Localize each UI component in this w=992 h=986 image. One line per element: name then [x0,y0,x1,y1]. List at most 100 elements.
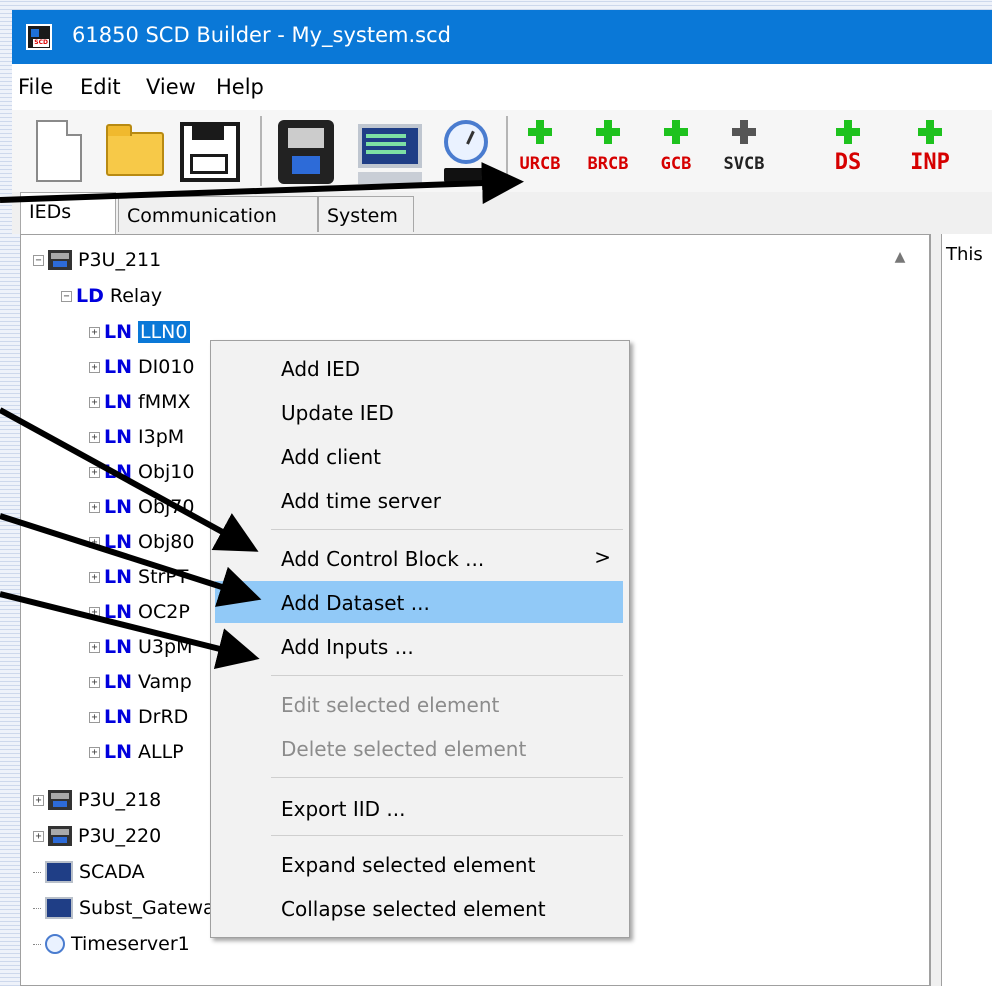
tree-node-ln[interactable]: + LN DI010 [89,350,195,384]
ln-name: DrRD [138,706,189,728]
client-computer-icon[interactable] [358,124,422,184]
menu-view[interactable]: View [146,75,196,99]
tab-strip: IEDs Communication System [12,192,992,234]
tree-node-ln[interactable]: + LN LLN0 [89,315,190,349]
expand-icon[interactable]: + [33,794,44,806]
ln-name: Vamp [138,671,192,693]
expand-icon[interactable]: + [89,431,100,443]
ln-name: OC2P [138,601,190,623]
details-text: This [946,244,983,265]
toolbar-separator [506,116,508,186]
expand-icon[interactable]: + [89,536,100,548]
menu-add-ied[interactable]: Add IED [215,347,623,389]
tree-node-ln[interactable]: + LN I3pM [89,420,184,454]
tree-node-timeserver[interactable]: Timeserver1 [33,927,190,961]
tree-node-client[interactable]: SCADA [33,855,145,889]
tree-node-ln[interactable]: + LN Obj10 [89,455,195,489]
tree-node-ied[interactable]: + P3U_218 [33,783,161,817]
expand-icon[interactable]: + [89,571,100,583]
menu-separator [271,529,623,530]
ied-icon [48,826,72,846]
tree-node-ln[interactable]: + LN StrPT [89,560,188,594]
menu-expand-selected[interactable]: Expand selected element [215,843,623,885]
add-svcb-button[interactable]: SVCB [716,116,772,188]
add-inputs-button[interactable]: INP [902,116,958,188]
expand-icon[interactable]: + [89,501,100,513]
tab-system[interactable]: System [318,196,414,232]
expand-icon[interactable]: + [89,676,100,688]
menu-file[interactable]: File [18,75,53,99]
menu-help[interactable]: Help [216,75,264,99]
ln-tag: LN [104,461,133,483]
expand-icon[interactable]: + [89,361,100,373]
menu-add-time-server[interactable]: Add time server [215,479,623,521]
ln-tag: LN [104,636,133,658]
tree-node-ln[interactable]: + LN U3pM [89,630,192,664]
menu-add-inputs[interactable]: Add Inputs ... [215,625,623,667]
ln-name: Obj80 [138,531,195,553]
urcb-label: URCB [519,154,561,174]
open-folder-icon[interactable] [106,124,164,176]
menu-delete-selected[interactable]: Delete selected element [215,727,623,769]
expand-icon[interactable]: + [89,606,100,618]
client-computer-icon [45,897,73,919]
client-name: Subst_Gateway [79,897,226,919]
ied-device-icon[interactable] [278,120,334,184]
plus-icon [596,120,620,144]
menu-collapse-selected[interactable]: Collapse selected element [215,887,623,929]
tree-node-ln[interactable]: + LN fMMX [89,385,191,419]
tree-node-ied[interactable]: + P3U_220 [33,819,161,853]
tree-node-ln[interactable]: + LN Obj80 [89,525,195,559]
expand-icon[interactable]: + [89,746,100,758]
new-file-icon[interactable] [36,120,82,182]
menu-add-control-block[interactable]: Add Control Block ... > [215,537,623,579]
tree-node-ln[interactable]: + LN OC2P [89,595,190,629]
menu-bar: File Edit View Help [12,64,992,110]
tree-node-ld[interactable]: − LD Relay [61,279,162,313]
ln-tag: LN [104,426,133,448]
collapse-icon[interactable]: − [61,290,72,302]
add-urcb-button[interactable]: URCB [512,116,568,188]
time-server-icon[interactable] [444,120,488,164]
ln-tag: LN [104,671,133,693]
add-gcb-button[interactable]: GCB [648,116,704,188]
ied-name: P3U_218 [78,789,162,811]
expand-icon[interactable]: + [89,326,100,338]
tree-node-ln[interactable]: + LN Vamp [89,665,192,699]
ln-tag: LN [104,741,133,763]
time-server-base [444,168,490,182]
menu-add-client[interactable]: Add client [215,435,623,477]
tree-node-ln[interactable]: + LN ALLP [89,735,184,769]
menu-edit[interactable]: Edit [80,75,121,99]
ied-name: P3U_220 [78,825,162,847]
tab-ieds[interactable]: IEDs [20,192,116,234]
ln-name: DI010 [138,356,195,378]
expand-icon[interactable]: + [33,830,44,842]
menu-add-dataset[interactable]: Add Dataset ... [215,581,623,623]
context-menu: Add IED Update IED Add client Add time s… [210,340,630,938]
details-panel: This [930,234,992,986]
scroll-up-icon[interactable]: ▲ [881,235,919,279]
expand-icon[interactable]: + [89,711,100,723]
add-brcb-button[interactable]: BRCB [580,116,636,188]
tree-node-client[interactable]: Subst_Gateway [33,891,226,925]
save-icon[interactable] [180,122,240,182]
plus-icon [528,120,552,144]
expand-icon[interactable]: + [89,396,100,408]
menu-update-ied[interactable]: Update IED [215,391,623,433]
add-dataset-button[interactable]: DS [820,116,876,188]
window-title: 61850 SCD Builder - My_system.scd [72,23,451,47]
ld-tag: LD [76,285,104,307]
tree-node-ln[interactable]: + LN Obj70 [89,490,195,524]
expand-icon[interactable]: + [89,466,100,478]
brcb-label: BRCB [587,154,629,174]
details-panel-inner: This [941,234,992,986]
expand-icon[interactable]: + [89,641,100,653]
collapse-icon[interactable]: − [33,254,44,266]
tree-node-ied[interactable]: − P3U_211 [33,243,161,277]
tree-node-ln[interactable]: + LN DrRD [89,700,188,734]
ds-label: DS [834,150,862,175]
menu-export-iid[interactable]: Export IID ... [215,787,623,829]
tab-communication[interactable]: Communication [118,196,318,232]
menu-edit-selected[interactable]: Edit selected element [215,683,623,725]
